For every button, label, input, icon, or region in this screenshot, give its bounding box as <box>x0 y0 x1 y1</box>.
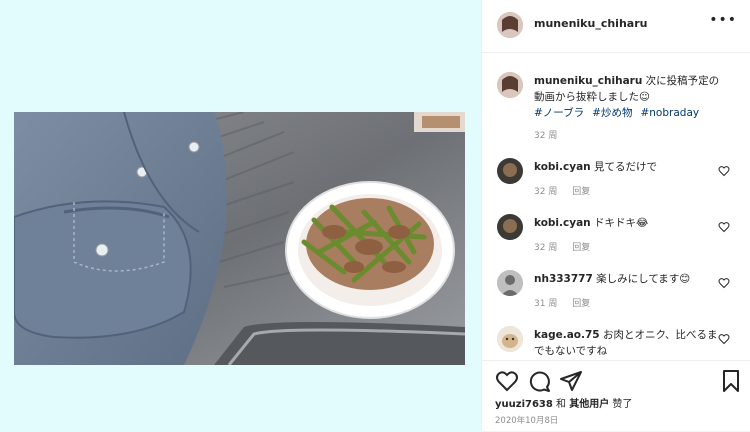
more-horizontal-icon[interactable]: ••• <box>709 12 737 28</box>
comment-text: nh333777 楽しみにしてます😊 <box>534 271 720 287</box>
commenter-avatar-image <box>497 158 523 184</box>
post-date[interactable]: 2020年10月8日 <box>495 414 558 426</box>
share-send-icon[interactable] <box>559 369 583 393</box>
caption-avatar[interactable] <box>497 72 523 98</box>
like-heart-icon[interactable] <box>495 369 519 393</box>
post-photo[interactable] <box>14 112 465 365</box>
likes-liked: 赞了 <box>612 399 633 410</box>
bookmark-icon[interactable] <box>719 369 743 393</box>
comment-text: kage.ao.75 お肉とオニク、比べるまでもないですね <box>534 327 720 359</box>
hashtag-link[interactable]: #炒め物 <box>592 107 632 119</box>
caption-text: muneniku_chiharu 次に投稿予定の動画から抜粋しました☺︎ #ノー… <box>534 73 720 121</box>
comment-text: kobi.cyan ドキドキ😂 <box>534 215 720 231</box>
commenter-avatar[interactable] <box>497 158 523 184</box>
liked-by-user[interactable]: yuuzi7638 <box>495 399 553 410</box>
comment-text: kobi.cyan 見てるだけで <box>534 159 720 175</box>
post-media-area <box>0 0 481 431</box>
like-comment-heart-icon[interactable] <box>718 277 730 289</box>
comment-body: 見てるだけで <box>594 161 657 173</box>
comment-meta: 32 周 回复 <box>534 240 602 253</box>
comment-username[interactable]: kage.ao.75 <box>534 329 600 341</box>
comment-meta: 32 周 回复 <box>534 184 602 197</box>
caption-meta: 32 周 <box>534 128 569 141</box>
comment-username[interactable]: nh333777 <box>534 273 593 285</box>
likes-summary: yuuzi7638 和 其他用户 赞了 <box>495 395 632 410</box>
hashtag-link[interactable]: #nobraday <box>640 107 699 119</box>
comment-time[interactable]: 31 周 <box>534 299 557 309</box>
comment-username[interactable]: kobi.cyan <box>534 161 591 173</box>
commenter-avatar-image <box>497 326 523 352</box>
like-comment-heart-icon[interactable] <box>718 333 730 345</box>
comment-time[interactable]: 32 周 <box>534 243 557 253</box>
reply-button[interactable]: 回复 <box>572 243 590 253</box>
hashtag-link[interactable]: #ノーブラ <box>534 107 584 119</box>
post-photo-illustration <box>14 112 465 365</box>
comment-time[interactable]: 32 周 <box>534 187 557 197</box>
comment-bubble-icon[interactable] <box>527 369 551 393</box>
post-header: muneniku_chiharu ••• <box>482 0 750 53</box>
reply-button[interactable]: 回复 <box>572 299 590 309</box>
commenter-avatar-image <box>497 270 523 296</box>
comment-body: 楽しみにしてます😊 <box>596 273 691 285</box>
instagram-post-modal: muneniku_chiharu ••• muneniku_chiharu 次に… <box>0 0 750 431</box>
commenter-avatar[interactable] <box>497 214 523 240</box>
comment-username[interactable]: kobi.cyan <box>534 217 591 229</box>
like-comment-heart-icon[interactable] <box>718 165 730 177</box>
commenter-avatar[interactable] <box>497 270 523 296</box>
author-avatar[interactable] <box>497 12 523 38</box>
caption-time[interactable]: 32 周 <box>534 131 557 141</box>
author-username[interactable]: muneniku_chiharu <box>534 17 647 30</box>
comment-body: ドキドキ😂 <box>594 217 649 229</box>
commenter-avatar[interactable] <box>497 326 523 352</box>
caption-username[interactable]: muneniku_chiharu <box>534 75 642 87</box>
likes-and: 和 <box>556 399 567 410</box>
liked-by-others[interactable]: 其他用户 <box>569 399 609 410</box>
like-comment-heart-icon[interactable] <box>718 221 730 233</box>
post-side-panel: muneniku_chiharu ••• muneniku_chiharu 次に… <box>481 0 750 431</box>
reply-button[interactable]: 回复 <box>572 187 590 197</box>
commenter-avatar-image <box>497 214 523 240</box>
comment-meta: 31 周 回复 <box>534 296 602 309</box>
caption-avatar-image <box>497 72 523 98</box>
author-avatar-image <box>497 12 523 38</box>
comment-list: muneniku_chiharu 次に投稿予定の動画から抜粋しました☺︎ #ノー… <box>482 60 750 362</box>
